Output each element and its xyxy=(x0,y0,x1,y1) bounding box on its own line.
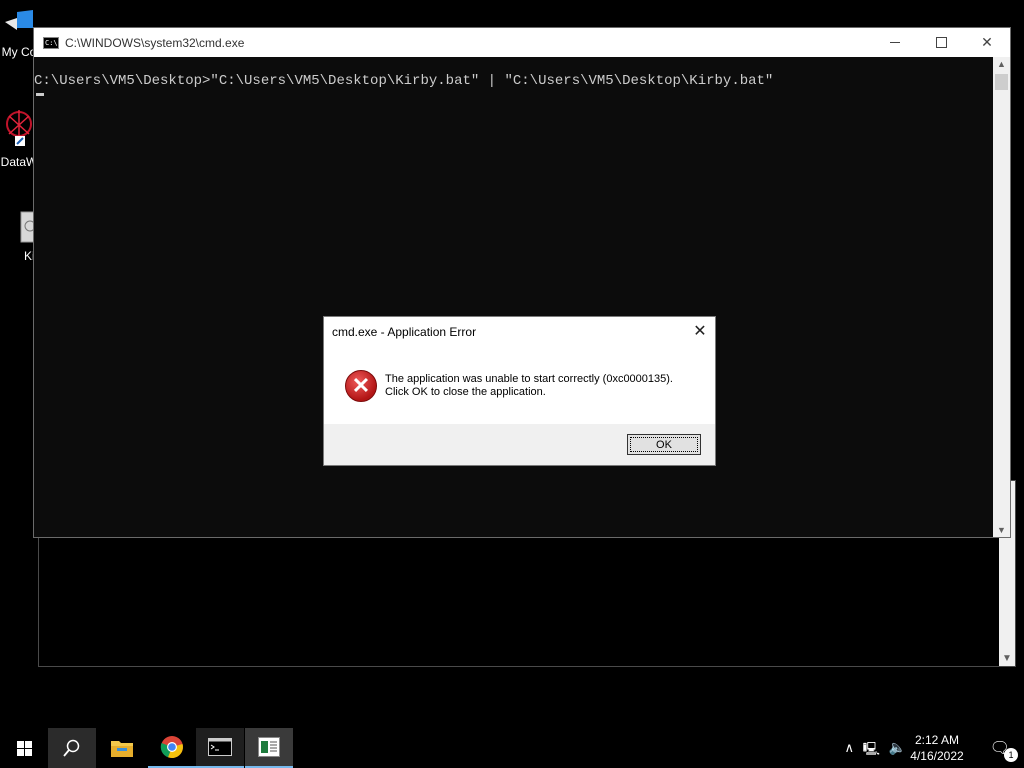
ok-button[interactable]: OK xyxy=(627,434,701,455)
chrome-icon xyxy=(160,736,183,759)
network-icon[interactable]: 🖳 xyxy=(863,740,880,762)
monitor-icon xyxy=(5,10,33,30)
taskbar-app[interactable] xyxy=(245,728,293,768)
maximize-icon xyxy=(935,37,947,48)
volume-icon[interactable]: 🔈 xyxy=(889,739,906,756)
taskbar-chrome[interactable] xyxy=(148,728,196,768)
dialog-title: cmd.exe - Application Error xyxy=(332,325,477,339)
dialog-footer: OK xyxy=(324,424,715,465)
cmd-titlebar[interactable]: C:\ C:\WINDOWS\system32\cmd.exe ✕ xyxy=(34,28,1010,57)
console-line: C:\Users\VM5\Desktop>"C:\Users\VM5\Deskt… xyxy=(34,73,774,89)
error-dialog: cmd.exe - Application Error ✕ ✕ The appl… xyxy=(323,316,716,466)
maximize-button[interactable] xyxy=(918,28,964,57)
taskbar-cmd[interactable] xyxy=(196,728,244,768)
minimize-icon xyxy=(890,42,900,43)
cmd-icon xyxy=(208,738,232,756)
taskbar: ∧ 🖳 🔈 2:12 AM 4/16/2022 🗨 1 xyxy=(0,728,1024,768)
clock-time: 2:12 AM xyxy=(914,733,960,747)
file-explorer-icon xyxy=(111,741,133,757)
taskbar-file-explorer[interactable] xyxy=(98,728,146,768)
text-cursor xyxy=(36,93,44,96)
window-title: C:\WINDOWS\system32\cmd.exe xyxy=(65,35,245,50)
close-icon: ✕ xyxy=(981,34,993,50)
app-icon xyxy=(258,737,280,757)
cmd-app-icon: C:\ xyxy=(43,36,59,49)
show-hidden-icons-chevron-up-icon[interactable]: ∧ xyxy=(844,740,854,756)
vertical-scrollbar[interactable]: ▲ ▼ xyxy=(993,57,1010,537)
clock[interactable]: 2:12 AM 4/16/2022 xyxy=(906,732,968,764)
scroll-thumb[interactable] xyxy=(995,74,1008,90)
dialog-message: The application was unable to start corr… xyxy=(385,373,673,399)
scroll-up-icon[interactable]: ▲ xyxy=(997,59,1006,69)
datawrangler-icon xyxy=(6,110,32,146)
dialog-close-button[interactable]: ✕ xyxy=(685,317,715,345)
start-button[interactable] xyxy=(0,728,48,768)
close-icon: ✕ xyxy=(693,323,707,340)
scroll-down-icon[interactable]: ▼ xyxy=(997,525,1006,535)
scroll-down-icon[interactable]: ▼ xyxy=(1002,653,1012,664)
system-tray: ∧ 🖳 🔈 2:12 AM 4/16/2022 🗨 1 xyxy=(824,728,1024,768)
notification-badge: 1 xyxy=(1004,748,1018,762)
close-button[interactable]: ✕ xyxy=(964,28,1010,57)
minimize-button[interactable] xyxy=(872,28,918,57)
file-icon xyxy=(20,211,40,243)
error-x-icon: ✕ xyxy=(345,370,377,402)
message-line: The application was unable to start corr… xyxy=(385,373,673,385)
search-button[interactable] xyxy=(48,728,96,768)
search-icon xyxy=(63,739,80,757)
start-icon xyxy=(16,740,32,756)
message-line: Click OK to close the application. xyxy=(385,386,546,398)
clock-date: 4/16/2022 xyxy=(910,749,964,763)
